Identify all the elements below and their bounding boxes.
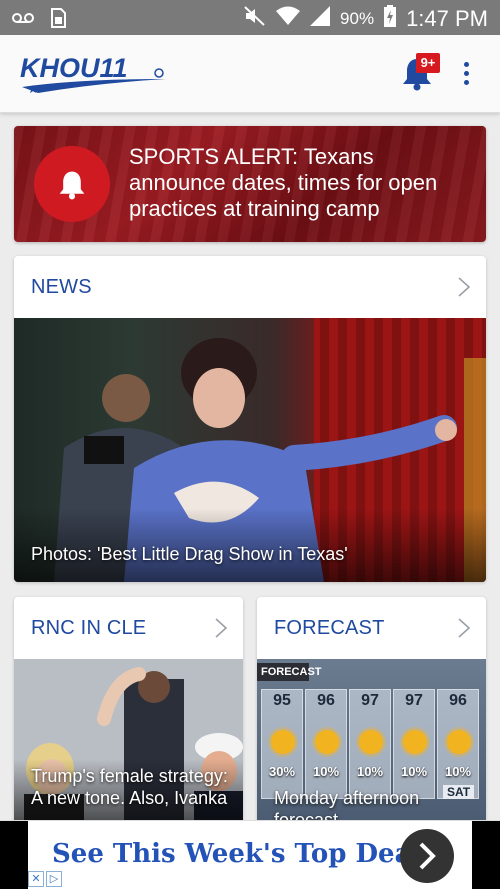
logo-text: KHOU11	[20, 53, 128, 83]
ad-banner[interactable]: See This Week's Top Deals ✕ ▷	[0, 820, 500, 889]
news-section-title: NEWS	[31, 276, 92, 298]
battery-charging-icon	[384, 5, 397, 32]
news-photo-illustration	[14, 318, 486, 582]
mute-icon	[244, 6, 266, 31]
forecast-day: 97 10%	[349, 689, 391, 799]
rnc-section-title: RNC IN CLE	[31, 617, 147, 639]
khou11-logo[interactable]: KHOU11	[18, 49, 168, 97]
rnc-card-header[interactable]: RNC IN CLE	[14, 597, 243, 659]
chevron-right-icon	[215, 618, 228, 638]
ad-headline[interactable]: See This Week's Top Deals	[52, 839, 436, 869]
partly-sunny-icon	[403, 730, 427, 754]
clock: 1:47 PM	[406, 5, 488, 31]
partly-sunny-icon	[447, 730, 471, 754]
forecast-day: 96 10%	[305, 689, 347, 799]
forecast-graphic[interactable]: FORECAST 95 30% 96 10% 97 10% 97 10% 96 …	[257, 659, 486, 827]
bell-icon	[59, 171, 85, 200]
forecast-card-header[interactable]: FORECAST	[257, 597, 486, 659]
alert-bell-badge	[34, 146, 110, 222]
ad-choices[interactable]: ✕ ▷	[28, 871, 62, 887]
wifi-icon	[276, 6, 301, 31]
overflow-menu-icon[interactable]	[458, 62, 474, 90]
battery-percent: 90%	[340, 8, 375, 28]
breaking-alert-banner[interactable]: SPORTS ALERT: Texans announce dates, tim…	[14, 126, 486, 242]
forecast-day: 95 30%	[261, 689, 303, 799]
forecast-overlay-label: FORECAST	[257, 663, 322, 681]
notification-badge: 9+	[416, 53, 440, 73]
ad-close-icon[interactable]: ✕	[28, 871, 44, 887]
alert-headline: SPORTS ALERT: Texans announce dates, tim…	[129, 144, 438, 221]
rnc-card[interactable]: RNC IN CLE Trump's female strategy: A ne…	[14, 597, 243, 827]
ad-info-icon[interactable]: ▷	[46, 871, 62, 887]
forecast-day: 96 10%	[437, 689, 479, 799]
rnc-photo[interactable]: Trump's female strategy: A new tone. Als…	[14, 659, 243, 827]
partly-sunny-icon	[271, 730, 295, 754]
partly-sunny-icon	[359, 730, 383, 754]
rnc-photo-caption: Trump's female strategy: A new tone. Als…	[31, 766, 228, 808]
forecast-section-title: FORECAST	[274, 617, 385, 639]
chevron-right-icon	[419, 842, 436, 870]
signal-icon	[310, 6, 331, 31]
forecast-card[interactable]: FORECAST FORECAST 95 30% 96 10% 97 10% 9…	[257, 597, 486, 827]
voicemail-icon	[12, 11, 34, 30]
partly-sunny-icon	[315, 730, 339, 754]
forecast-day: 97 10%	[393, 689, 435, 799]
news-card-header[interactable]: NEWS	[14, 256, 486, 318]
news-card[interactable]: NEWS Photos: 'Best Little Drag Show in T…	[14, 256, 486, 582]
news-photo-caption: Photos: 'Best Little Drag Show in Texas'	[31, 544, 348, 564]
ad-arrow-button[interactable]	[400, 829, 454, 883]
chevron-right-icon	[458, 277, 471, 297]
app-bar: KHOU11 9+	[0, 35, 500, 113]
news-photo[interactable]: Photos: 'Best Little Drag Show in Texas'	[14, 318, 486, 582]
status-bar: 90% 1:47 PM	[0, 0, 500, 35]
sim-icon	[50, 8, 66, 33]
chevron-right-icon	[458, 618, 471, 638]
